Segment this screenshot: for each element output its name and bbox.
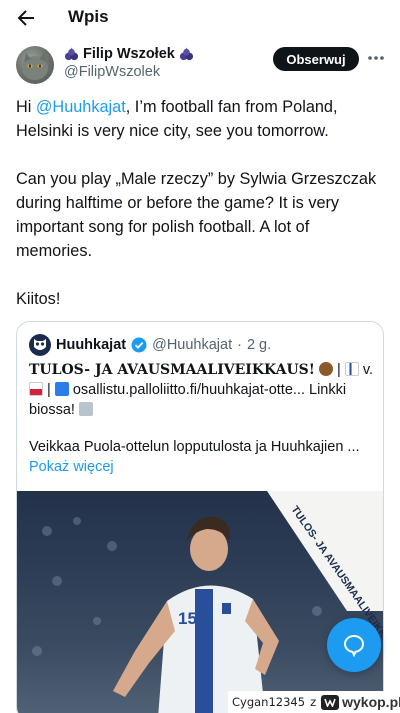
finland-flag-icon (344, 362, 359, 376)
paperclip-emoji-icon (78, 402, 93, 416)
meta-separator: · (237, 337, 242, 353)
tweet-paragraph-3: Kiitos! (16, 290, 61, 308)
more-options-icon[interactable] (366, 50, 386, 66)
follow-button[interactable]: Obserwuj (273, 47, 359, 71)
author-name-row[interactable]: Filip Wszołek (64, 46, 194, 62)
quoted-tweet-paragraph-2: Veikkaa Puola-ottelun lopputulosta ja Hu… (29, 437, 375, 477)
poland-flag-icon (29, 382, 43, 396)
wykop-logo-icon (321, 694, 340, 710)
author-avatar[interactable] (16, 46, 54, 84)
tweet-paragraph-2: Can you play „Male rzeczy” by Sylwia Grz… (16, 170, 377, 260)
right-arrow-emoji-icon (54, 382, 69, 396)
quoted-tweet-image[interactable]: TULOS- JA AVAUSMAALIVEIKKAUS 15 (17, 491, 383, 713)
author-block: Filip Wszołek @FilipWszolek (64, 46, 194, 80)
author-handle: @FilipWszolek (64, 64, 161, 80)
back-arrow-icon[interactable] (14, 6, 38, 30)
quoted-avatar (29, 334, 51, 356)
quoted-author-name: Huuhkajat (56, 337, 127, 353)
top-bar: Wpis (0, 0, 400, 36)
football-player-photo: TULOS- JA AVAUSMAALIVEIKKAUS 15 (32, 491, 383, 713)
owl-emoji-icon (318, 362, 333, 376)
blueberry-emoji-icon (179, 46, 193, 60)
quoted-headline: TULOS- JA AVAUSMAALIVEIKKAUS! (29, 362, 315, 378)
watermark-z: z (310, 695, 317, 709)
wykop-site-name: wykop.pl (342, 694, 400, 710)
chat-bubble-icon (343, 634, 365, 657)
tweet-text: Hi @Huuhkajat, I’m football fan from Pol… (16, 95, 388, 335)
owl-logo-icon (34, 339, 46, 350)
quoted-timestamp: 2 g. (246, 337, 272, 353)
watermark-user: Cygan12345 (232, 695, 306, 709)
wykop-watermark: Cygan12345 z wykop.pl (228, 691, 400, 713)
wykop-logo: wykop.pl (321, 694, 400, 710)
quoted-tweet-header: Huuhkajat @Huuhkajat · 2 g. (29, 334, 271, 356)
mention-link[interactable]: @Huuhkajat (36, 98, 126, 116)
author-name: Filip Wszołek (83, 46, 175, 62)
shirt-number: 15 (178, 609, 197, 628)
verified-badge-icon (131, 337, 147, 353)
quoted-author-handle: @Huuhkajat (152, 337, 233, 353)
tweet-paragraph-1: Hi @Huuhkajat, I’m football fan from Pol… (16, 98, 338, 140)
show-more-link[interactable]: Pokaż więcej (29, 457, 375, 477)
blueberry-emoji-icon (64, 46, 79, 60)
reply-floating-button[interactable] (327, 618, 381, 672)
quoted-tweet-body: TULOS- JA AVAUSMAALIVEIKKAUS! | v. | osa… (29, 362, 374, 418)
page-title: Wpis (68, 7, 109, 26)
